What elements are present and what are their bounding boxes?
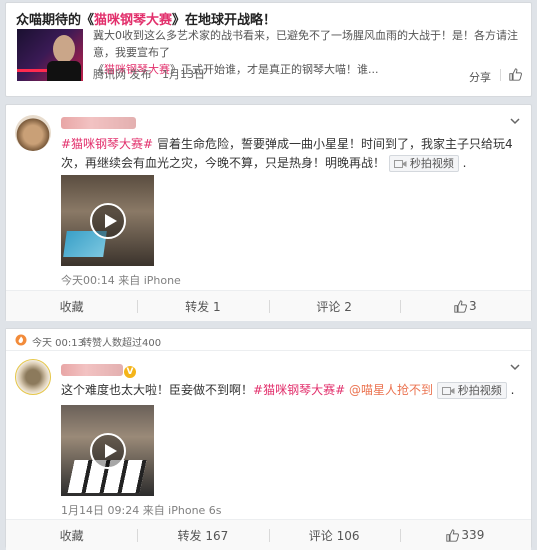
article-date: 1月13日 — [162, 68, 205, 81]
article-source: 腾讯网 发布 — [93, 68, 152, 81]
post-text: #猫咪钢琴大赛# 冒着生命危险，誓要弹成一曲小星星！时间到了，我家主子只给玩4次… — [61, 135, 526, 173]
like-count: 3 — [469, 299, 477, 313]
comment-label: 评论 2 — [316, 299, 352, 314]
hot-header-time: 今天 00:13 — [32, 338, 84, 349]
post-card: #猫咪钢琴大赛# 冒着生命危险，誓要弹成一曲小星星！时间到了，我家主子只给玩4次… — [5, 104, 532, 321]
post-card: 今天 00:13 转赞人数超过400 V 这个难度也太大啦！臣妾做不到啊！#猫咪… — [5, 328, 532, 550]
trailing-dot: . — [510, 383, 515, 397]
collect-label: 收藏 — [59, 528, 84, 543]
verified-badge-icon: V — [124, 366, 136, 378]
like-count: 339 — [461, 528, 485, 542]
play-icon[interactable] — [90, 203, 126, 239]
collect-button[interactable]: 收藏 — [6, 520, 137, 550]
thumbnail-redbar — [17, 69, 47, 72]
action-bar: 收藏 转发 167 评论 106 339 — [6, 519, 531, 550]
avatar[interactable] — [15, 359, 51, 395]
repost-label: 转发 167 — [177, 528, 229, 543]
video-chip-label: 秒拍视频 — [409, 157, 454, 170]
trailing-dot: . — [462, 156, 467, 170]
comment-button[interactable]: 评论 2 — [268, 291, 400, 321]
like-button[interactable]: 339 — [399, 520, 531, 550]
video-icon — [441, 386, 455, 395]
share-button[interactable]: 分享 — [469, 69, 491, 85]
video-chip-label: 秒拍视频 — [457, 384, 502, 397]
hot-icon — [15, 334, 27, 346]
repost-button[interactable]: 转发 167 — [137, 520, 268, 550]
collect-button[interactable]: 收藏 — [6, 291, 137, 321]
comment-label: 评论 106 — [308, 528, 360, 543]
thumbs-up-icon[interactable] — [509, 68, 522, 81]
article-title-tag[interactable]: 猫咪钢琴大赛 — [94, 13, 172, 28]
collect-label: 收藏 — [59, 299, 84, 314]
thumbs-up-icon — [446, 528, 460, 542]
hashtag-link[interactable]: #猫咪钢琴大赛# — [253, 383, 345, 397]
thumbs-up-icon — [454, 299, 468, 313]
post-text: 这个难度也太大啦！臣妾做不到啊！#猫咪钢琴大赛# @喵星人抢不到 秒拍视频 . — [61, 381, 526, 400]
repost-button[interactable]: 转发 1 — [137, 291, 268, 321]
username-redacted[interactable] — [61, 117, 136, 129]
video-thumbnail[interactable] — [61, 175, 154, 266]
article-title-prefix: 众喵期待的《 — [16, 13, 95, 28]
hot-header: 今天 00:13 转赞人数超过400 — [6, 329, 531, 351]
mention-link[interactable]: @喵星人抢不到 — [345, 383, 433, 397]
chevron-down-icon[interactable] — [509, 361, 521, 373]
post-time-source[interactable]: 1月14日 09:24 来自 iPhone 6s — [61, 502, 222, 518]
divider — [500, 69, 501, 81]
like-button[interactable]: 3 — [399, 291, 531, 321]
comment-button[interactable]: 评论 106 — [268, 520, 400, 550]
username-redacted[interactable] — [61, 364, 123, 376]
article-title[interactable]: 众喵期待的《猫咪钢琴大赛》在地球开战略！ — [16, 9, 276, 28]
chevron-down-icon[interactable] — [509, 115, 521, 127]
article-thumbnail[interactable] — [17, 29, 83, 81]
article-meta: 腾讯网 发布 1月13日 — [93, 66, 205, 82]
article-desc-line1: 冀大0收到这么多艺术家的战书看来，已避免不了一场腥风血雨的大战于！是！各方请注意… — [93, 29, 518, 59]
video-chip[interactable]: 秒拍视频 — [388, 155, 459, 172]
action-bar: 收藏 转发 1 评论 2 3 — [6, 290, 531, 321]
repost-label: 转发 1 — [185, 299, 221, 314]
video-chip[interactable]: 秒拍视频 — [436, 382, 507, 399]
play-icon[interactable] — [90, 433, 126, 469]
thumbnail-face — [53, 35, 75, 63]
hot-header-text: 转赞人数超过400 — [82, 338, 162, 349]
article-card: 众喵期待的《猫咪钢琴大赛》在地球开战略！ 冀大0收到这么多艺术家的战书看来，已避… — [5, 2, 532, 97]
thumbnail-body — [47, 61, 81, 81]
post-time-source[interactable]: 今天00:14 来自 iPhone — [61, 272, 181, 288]
article-title-suffix: 》在地球开战略！ — [172, 13, 277, 28]
video-thumbnail[interactable] — [61, 405, 154, 496]
hashtag-link[interactable]: #猫咪钢琴大赛# — [61, 137, 153, 151]
post-body: 这个难度也太大啦！臣妾做不到啊！ — [61, 383, 254, 397]
avatar[interactable] — [15, 115, 51, 151]
video-icon — [393, 159, 407, 168]
